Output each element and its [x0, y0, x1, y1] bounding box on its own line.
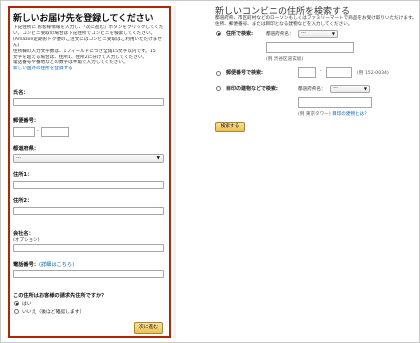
search-by-landmark-radio[interactable]	[216, 86, 221, 91]
zip-search-first[interactable]	[298, 67, 316, 78]
prefecture-select-value: ---	[16, 156, 21, 161]
billing-question: この住所はお客様の請求先住所ですか？	[13, 293, 107, 299]
prefecture-select[interactable]: --- ▼	[13, 154, 164, 163]
zip-dash: -	[37, 128, 39, 134]
name-input[interactable]	[13, 98, 164, 106]
chevron-down-icon: ▼	[156, 156, 160, 161]
chevron-down-icon: ▼	[331, 31, 335, 36]
landmark-pref-value: ---	[333, 86, 338, 91]
address-search-input[interactable]	[266, 42, 354, 53]
zip-input-second[interactable]	[41, 127, 69, 137]
phone-label: 電話番号：(詳細はこちら)	[13, 261, 74, 268]
landmark-example: (例 東京タワー) 目印の建物とは？	[298, 111, 369, 117]
store-search-description: 都道府県、市区町村などのローソンもしくはファミリーマートで商品をお受け取りいただ…	[215, 16, 417, 28]
scrollbar[interactable]	[173, 6, 176, 338]
zip-example: (例 152-0034)	[357, 71, 389, 76]
page-title: 新しいお届け先を登録してください	[13, 14, 154, 24]
billing-yes-radio[interactable]	[14, 301, 19, 306]
description-line: 住所、郵便番号、または目印となる建物などを入力してください。	[215, 22, 353, 27]
company-input[interactable]	[13, 244, 164, 252]
instruction-line: (Amazon定期おトク便のご注文にはコンビニ受取はご利用いただけませ	[13, 36, 162, 42]
zip-input-first[interactable]	[13, 127, 35, 137]
address1-label: 住所1：	[13, 172, 33, 178]
company-optional-note: (オプション)	[13, 238, 40, 243]
zip-label: 郵便番号：	[13, 118, 39, 124]
instruction-line: い。コンビニ受取の場合は下記住所でコンビニを検索してください。	[13, 30, 156, 36]
phone-input[interactable]	[13, 270, 164, 278]
phone-help-link[interactable]: (詳細はこちら)	[39, 262, 74, 268]
company-label: 会社名：	[13, 231, 34, 237]
billing-no-radio[interactable]	[14, 309, 19, 314]
overseas-address-link[interactable]: 新しい国外の住所を登録する	[13, 66, 163, 72]
instructions: 下記住所に お客様情報を入力し、「次に進む」ボタンをクリックしてくださ い。コン…	[13, 25, 163, 72]
zip-search-dash: -	[320, 69, 322, 74]
phone-label-text: 電話番号：	[13, 262, 39, 268]
search-by-zip-radio[interactable]	[216, 71, 221, 76]
prefecture-label: 都道府県：	[13, 146, 39, 152]
search-button[interactable]: 検索する	[215, 122, 245, 132]
landmark-help-link[interactable]: 目印の建物とは？	[332, 112, 369, 117]
address2-label: 住所2：	[13, 198, 33, 204]
billing-no-label: いいえ（後ほど確認します）	[22, 310, 85, 315]
landmark-example-text: (例 東京タワー)	[298, 112, 331, 117]
billing-yes-label: はい	[22, 302, 32, 307]
new-address-panel: 新しいお届け先を登録してください 下記住所に お客様情報を入力し、「次に進む」ボ…	[8, 6, 171, 338]
address-pref-select[interactable]: --- ▼	[298, 30, 338, 38]
search-by-address-radio[interactable]	[216, 31, 221, 36]
zip-search-second[interactable]	[326, 67, 352, 78]
instruction-line: 住所欄の入力文字数は、1フィールドにつき全角15文字以内です。15	[13, 48, 156, 54]
address2-input[interactable]	[13, 207, 164, 215]
search-by-zip-label: 郵便番号で検索:	[226, 70, 264, 76]
search-by-address-label: 住所で検索:	[226, 31, 254, 37]
chevron-down-icon: ▼	[363, 86, 367, 91]
address-example: (例 渋谷区道玄坂)	[266, 57, 304, 62]
address1-input[interactable]	[13, 181, 164, 189]
landmark-pref-select[interactable]: --- ▼	[330, 85, 370, 93]
name-label: 氏名：	[13, 90, 29, 96]
landmark-pref-label: 都道府県名：	[298, 87, 326, 92]
address-pref-value: ---	[301, 31, 306, 36]
search-by-landmark-label: 目印の建物などで検索:	[226, 86, 278, 92]
landmark-search-input[interactable]	[298, 97, 372, 108]
next-button[interactable]: 次に進む	[134, 322, 163, 334]
address-pref-label: 都道府県名：	[266, 32, 294, 37]
